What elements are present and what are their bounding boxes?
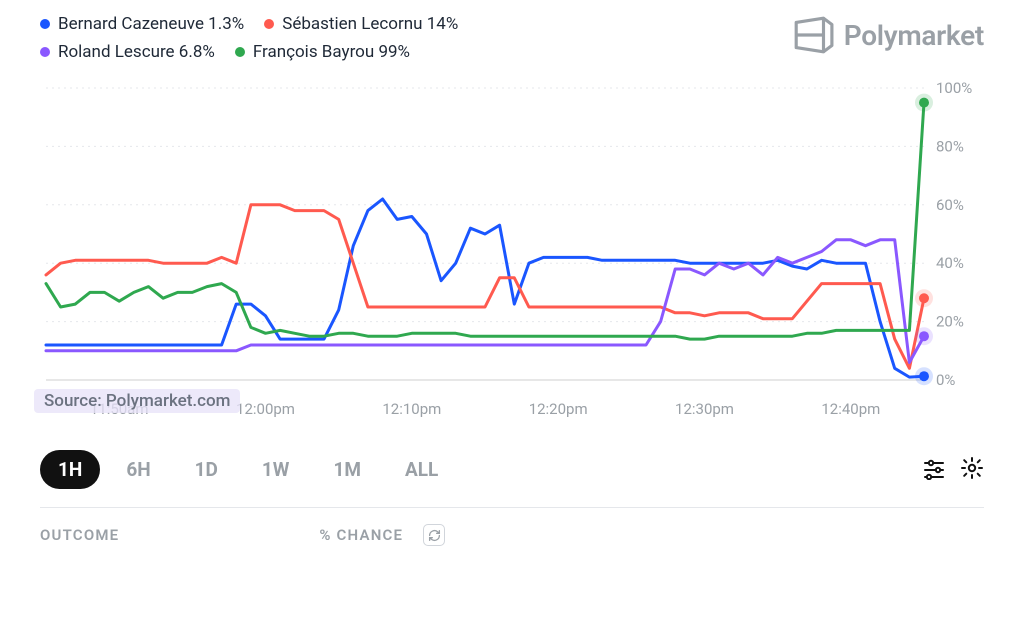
series-line: [46, 103, 924, 340]
series-end-marker: [919, 98, 929, 108]
y-tick: 40%: [936, 254, 964, 272]
gear-icon[interactable]: [960, 456, 984, 484]
series-end-marker: [919, 293, 929, 303]
legend-dot: [264, 19, 274, 29]
x-tick: 12:00pm: [236, 400, 295, 418]
y-tick: 60%: [936, 196, 964, 214]
range-1w[interactable]: 1W: [244, 450, 308, 489]
divider: [40, 507, 984, 508]
source-label: Source: Polymarket.com: [34, 389, 240, 413]
range-all[interactable]: ALL: [387, 450, 456, 489]
chart-legend: Bernard Cazeneuve 1.3% Sébastien Lecornu …: [40, 14, 600, 62]
brand-logo: Polymarket: [792, 14, 984, 56]
refresh-button[interactable]: [423, 524, 445, 546]
legend-item[interactable]: François Bayrou 99%: [235, 42, 410, 62]
sliders-icon[interactable]: [922, 456, 946, 484]
brand-name: Polymarket: [844, 19, 984, 52]
legend-label: François Bayrou 99%: [253, 42, 410, 62]
legend-dot: [40, 19, 50, 29]
y-tick: 20%: [936, 313, 964, 331]
x-tick: 12:20pm: [529, 400, 588, 418]
legend-label: Roland Lescure 6.8%: [58, 42, 215, 62]
legend-label: Sébastien Lecornu 14%: [282, 14, 458, 34]
legend-label: Bernard Cazeneuve 1.3%: [58, 14, 244, 34]
legend-item[interactable]: Roland Lescure 6.8%: [40, 42, 215, 62]
legend-item[interactable]: Bernard Cazeneuve 1.3%: [40, 14, 244, 34]
chance-header: % CHANCE: [319, 526, 403, 544]
outcome-header: OUTCOME: [40, 526, 119, 544]
series-end-marker: [919, 371, 929, 381]
range-6h[interactable]: 6H: [108, 450, 168, 489]
legend-dot: [235, 47, 245, 57]
chart-area: 0%20%40%60%80%100%11:50am12:00pm12:10pm1…: [40, 80, 984, 420]
legend-dot: [40, 47, 50, 57]
time-range-selector: 1H6H1D1W1MALL: [40, 450, 456, 489]
series-end-marker: [919, 331, 929, 341]
x-tick: 12:10pm: [382, 400, 441, 418]
line-chart: 0%20%40%60%80%100%11:50am12:00pm12:10pm1…: [40, 80, 984, 420]
range-1d[interactable]: 1D: [177, 450, 236, 489]
y-tick: 100%: [936, 80, 972, 97]
legend-item[interactable]: Sébastien Lecornu 14%: [264, 14, 458, 34]
y-tick: 0%: [936, 371, 955, 389]
y-tick: 80%: [936, 137, 964, 155]
x-tick: 12:30pm: [675, 400, 734, 418]
range-1m[interactable]: 1M: [315, 450, 379, 489]
polymarket-logo-icon: [792, 14, 834, 56]
range-1h[interactable]: 1H: [40, 450, 100, 489]
x-tick: 12:40pm: [821, 400, 880, 418]
